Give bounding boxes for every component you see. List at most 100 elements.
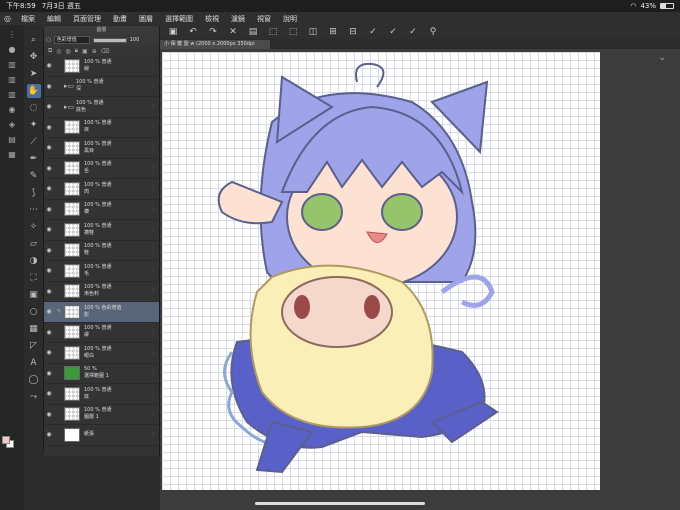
lasso-icon[interactable]: ◌: [27, 101, 41, 115]
layer-row[interactable]: ◉ 100 % 普通 眼白 ⋮: [44, 343, 159, 364]
delete-layer-icon[interactable]: ⌫: [101, 48, 109, 55]
ruler-icon[interactable]: ⊟: [348, 27, 358, 37]
layer-menu-icon[interactable]: ⋮: [151, 329, 156, 335]
layer-menu-icon[interactable]: ⋮: [151, 288, 156, 294]
visibility-eye-icon[interactable]: ◉: [44, 308, 54, 315]
layer-row[interactable]: ◉ 100 % 普通膚 ⋮: [44, 323, 159, 343]
lock-icon[interactable]: 🔒︎: [75, 47, 78, 55]
canvas-area[interactable]: ⌄: [160, 49, 680, 510]
zoom-icon[interactable]: ⌕: [27, 33, 41, 47]
frame-icon[interactable]: ▦: [27, 322, 41, 336]
visibility-eye-icon[interactable]: ◉: [44, 247, 54, 254]
pen-icon[interactable]: ✒: [27, 152, 41, 166]
blend-mode-select[interactable]: 色彩增值: [53, 36, 90, 44]
menu-page[interactable]: 頁面管理: [71, 14, 103, 24]
layer-row[interactable]: ◉ 100 % 普通 漸色料 ⋮: [44, 282, 159, 302]
app-logo-icon[interactable]: ◎: [4, 14, 11, 23]
layer-lock-icon[interactable]: ▢: [46, 37, 51, 43]
layer-row[interactable]: ◉ 100 % 普通 黑目 ⋮: [44, 138, 159, 159]
layer-menu-icon[interactable]: ⋮: [151, 370, 156, 376]
navigator-icon[interactable]: ▥: [5, 90, 19, 100]
opacity-slider[interactable]: [92, 37, 127, 43]
visibility-eye-icon[interactable]: ◉: [44, 411, 54, 418]
blend-icon[interactable]: ◑: [27, 254, 41, 268]
document-canvas[interactable]: [162, 52, 600, 490]
save-icon[interactable]: ▣: [168, 27, 178, 37]
layer-row[interactable]: ◉ 100 % 普通底 ⋮: [44, 384, 159, 405]
layer-row[interactable]: ◉ ✎ 100 % 色彩增值影 ⋮: [44, 302, 159, 323]
new-layer-icon[interactable]: ⊕: [92, 48, 97, 55]
layer-menu-icon[interactable]: ⋮: [151, 206, 156, 212]
visibility-eye-icon[interactable]: ◉: [44, 267, 54, 274]
visibility-eye-icon[interactable]: ◉: [44, 165, 54, 172]
layer-row[interactable]: ◉ 100 % 普通鞋 ⋮: [44, 241, 159, 261]
visibility-eye-icon[interactable]: ◉: [44, 370, 54, 377]
menu-selection[interactable]: 選擇範圍: [163, 14, 195, 24]
menu-layer[interactable]: 圖層: [137, 14, 155, 24]
menu-edit[interactable]: 編輯: [45, 14, 63, 24]
layer-menu-icon[interactable]: ⋮: [151, 350, 156, 356]
deselect-icon[interactable]: ⬚: [288, 27, 298, 37]
layer-menu-icon[interactable]: ⋮: [151, 63, 156, 69]
layer-row[interactable]: ◉ 100 % 普通目 ⋮: [44, 118, 159, 138]
visibility-eye-icon[interactable]: ◉: [44, 206, 54, 213]
layer-menu-icon[interactable]: ⋮: [151, 104, 156, 110]
pencil-icon[interactable]: ✎: [27, 169, 41, 183]
menu-file[interactable]: 檔案: [19, 14, 37, 24]
ruler-tool-icon[interactable]: ◸: [27, 339, 41, 353]
figure-icon[interactable]: ○: [27, 305, 41, 319]
home-indicator[interactable]: [255, 502, 425, 505]
visibility-eye-icon[interactable]: ◉: [44, 390, 54, 397]
layer-row[interactable]: ◉ ▸▭ 100 % 普通深 ⋮: [44, 77, 159, 97]
operation-icon[interactable]: ➤: [27, 67, 41, 81]
visibility-eye-icon[interactable]: ◉: [44, 103, 54, 110]
layer-row[interactable]: ◉ 100 % 普通襪 ⋮: [44, 200, 159, 220]
menu-help[interactable]: 說明: [281, 14, 299, 24]
foreground-color-swatch[interactable]: [2, 436, 10, 444]
layer-row[interactable]: ◉ 100 % 普通毛 ⋮: [44, 261, 159, 282]
correct-line-icon[interactable]: ⤳: [27, 390, 41, 404]
brush-size-icon[interactable]: ●: [5, 45, 19, 55]
grip-icon[interactable]: ⋮: [5, 30, 19, 40]
visibility-eye-icon[interactable]: ◉: [44, 329, 54, 336]
layer-menu-icon[interactable]: ⋮: [151, 411, 156, 417]
document-tab[interactable]: 小 保 鍵 盤 w (2000 x 2000px 350dpi 88.1%): [160, 40, 270, 56]
pen-stroke-icon[interactable]: ✓: [368, 27, 378, 37]
clear-icon[interactable]: ✕: [228, 27, 238, 37]
layer-menu-icon[interactable]: ⋮: [151, 268, 156, 274]
decoration-icon[interactable]: ✧: [27, 220, 41, 234]
visibility-eye-icon[interactable]: ◉: [44, 349, 54, 356]
layer-row[interactable]: ◉ 50 % 選擇範圍 1 ⋮: [44, 364, 159, 384]
brush-tool-icon[interactable]: ⟆: [27, 186, 41, 200]
layer-menu-icon[interactable]: ⋮: [151, 83, 156, 89]
draft-icon[interactable]: ◍: [66, 48, 71, 55]
visibility-eye-icon[interactable]: ◉: [44, 124, 54, 131]
menu-window[interactable]: 視窗: [255, 14, 273, 24]
layer-row[interactable]: ◉ 100 % 普通 圖層 1 ⋮: [44, 405, 159, 425]
select-icon[interactable]: ⊞: [328, 27, 338, 37]
text-icon[interactable]: A: [27, 356, 41, 370]
redo-icon[interactable]: ↷: [208, 27, 218, 37]
opacity-value[interactable]: 100: [130, 37, 140, 43]
folder-icon[interactable]: ▸▭: [64, 82, 76, 90]
visibility-eye-icon[interactable]: ◉: [44, 144, 54, 151]
layer-menu-icon[interactable]: ⋮: [151, 145, 156, 151]
layer-row[interactable]: ◉ 紙張 ⋮: [44, 425, 159, 446]
property-icon[interactable]: ▥: [5, 60, 19, 70]
auto-select-icon[interactable]: ✦: [27, 118, 41, 132]
undo-icon[interactable]: ↶: [188, 27, 198, 37]
material-icon[interactable]: ▦: [5, 150, 19, 160]
edit-pen-icon[interactable]: ✎: [54, 308, 64, 315]
layer-menu-icon[interactable]: ⋮: [151, 124, 156, 130]
layer-menu-icon[interactable]: ⋮: [151, 247, 156, 253]
layer-row[interactable]: ◉ 100 % 普通肉 ⋮: [44, 179, 159, 200]
layer-menu-icon[interactable]: ⋮: [151, 432, 156, 438]
layer-menu-icon[interactable]: ⋮: [151, 309, 156, 315]
eraser-icon[interactable]: ▱: [27, 237, 41, 251]
layer-menu-icon[interactable]: ⋮: [151, 227, 156, 233]
subtool-icon[interactable]: ▥: [5, 75, 19, 85]
folder-icon[interactable]: ▸▭: [64, 103, 76, 111]
layer-row[interactable]: ◉ 100 % 普通線 ⋮: [44, 56, 159, 77]
pen-stroke-2-icon[interactable]: ✓: [388, 27, 398, 37]
menu-animation[interactable]: 動畫: [111, 14, 129, 24]
